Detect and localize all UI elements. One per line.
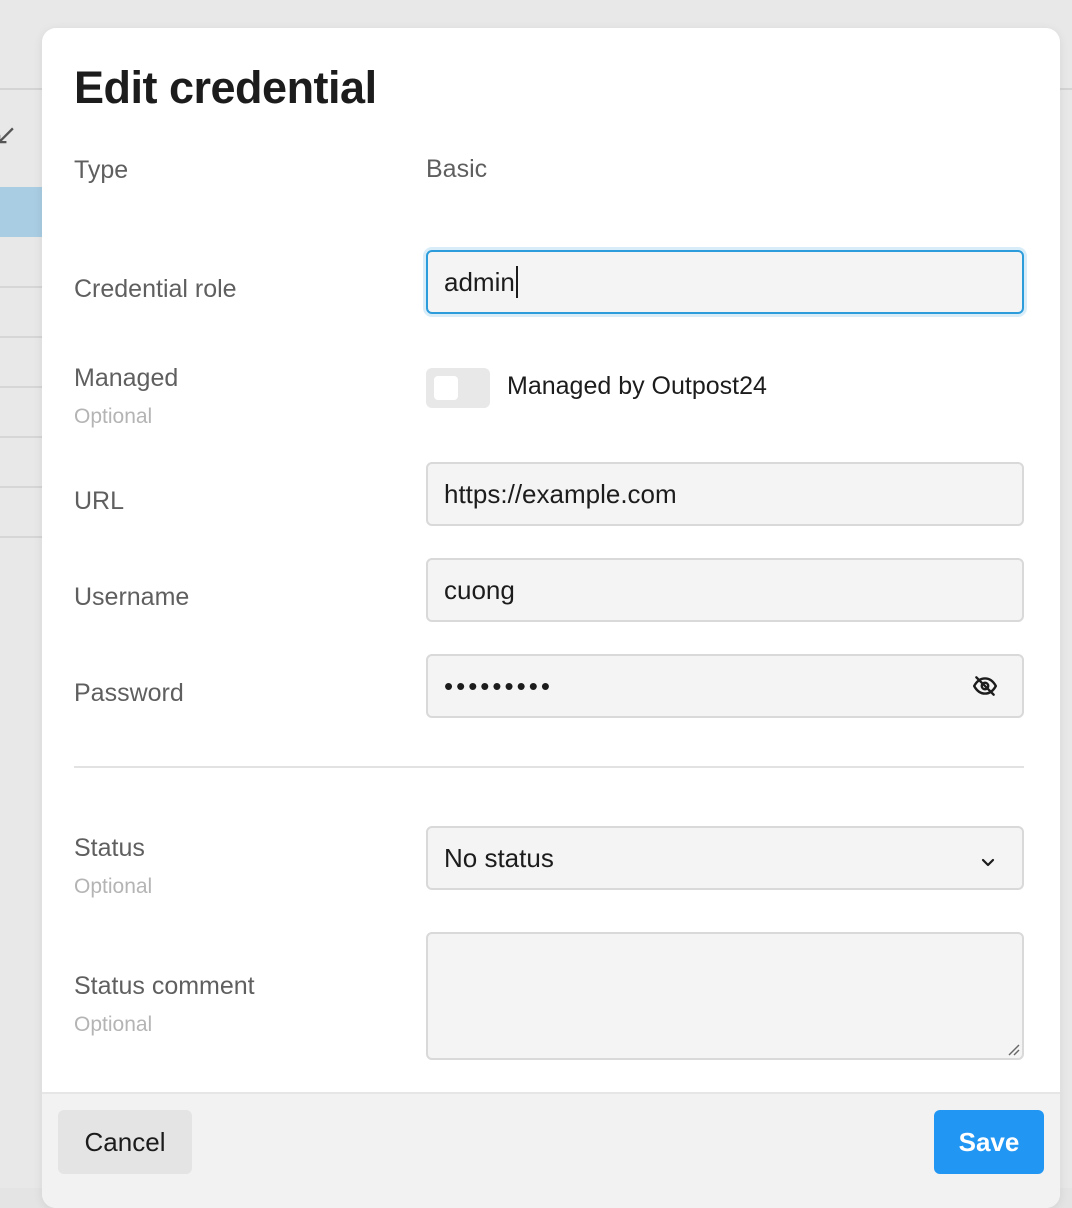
status-comment-label: Status comment — [74, 972, 255, 1000]
background-row-divider — [0, 386, 42, 388]
modal-title: Edit credential — [74, 62, 377, 113]
background-selected-row — [0, 187, 42, 237]
background-row-divider — [0, 286, 42, 288]
background-row-divider — [0, 536, 42, 538]
background-row-divider — [0, 486, 42, 488]
toggle-knob — [434, 376, 458, 400]
eye-slash-icon[interactable] — [972, 673, 998, 699]
username-value: cuong — [444, 574, 515, 605]
managed-label: Managed — [74, 364, 179, 392]
modal-footer: Cancel Save — [42, 1092, 1060, 1208]
password-masked-value: ••••••••• — [444, 670, 553, 701]
status-comment-optional-hint: Optional — [74, 1013, 153, 1036]
password-label: Password — [74, 679, 184, 707]
url-label: URL — [74, 487, 125, 515]
status-optional-hint: Optional — [74, 875, 153, 898]
status-selected-value: No status — [444, 842, 554, 873]
background-chevron-icon: ↙ — [0, 119, 18, 150]
type-value: Basic — [426, 155, 488, 183]
background-row-divider — [0, 436, 42, 438]
status-select[interactable]: No status — [426, 826, 1024, 890]
section-divider — [74, 766, 1024, 768]
credential-role-input[interactable]: admin — [426, 250, 1024, 314]
credential-role-value: admin — [444, 266, 515, 297]
save-button[interactable]: Save — [934, 1110, 1044, 1174]
managed-toggle-label[interactable]: Managed by Outpost24 — [507, 372, 767, 401]
edit-credential-modal: Edit credential Type Basic Credential ro… — [42, 28, 1060, 1208]
text-caret — [515, 266, 518, 298]
cancel-button[interactable]: Cancel — [58, 1110, 192, 1174]
credential-role-label: Credential role — [74, 275, 237, 303]
status-label: Status — [74, 834, 145, 862]
type-label: Type — [74, 156, 129, 184]
background-row-divider — [0, 336, 42, 338]
url-input[interactable]: https://example.com — [426, 462, 1024, 526]
chevron-down-icon — [978, 848, 998, 868]
managed-optional-hint: Optional — [74, 405, 153, 428]
managed-toggle[interactable] — [426, 368, 490, 408]
username-label: Username — [74, 583, 190, 611]
password-input[interactable]: ••••••••• — [426, 654, 1024, 718]
status-comment-textarea[interactable] — [426, 932, 1024, 1060]
url-value: https://example.com — [444, 478, 677, 509]
resize-grip-icon[interactable] — [1006, 1042, 1020, 1056]
username-input[interactable]: cuong — [426, 558, 1024, 622]
